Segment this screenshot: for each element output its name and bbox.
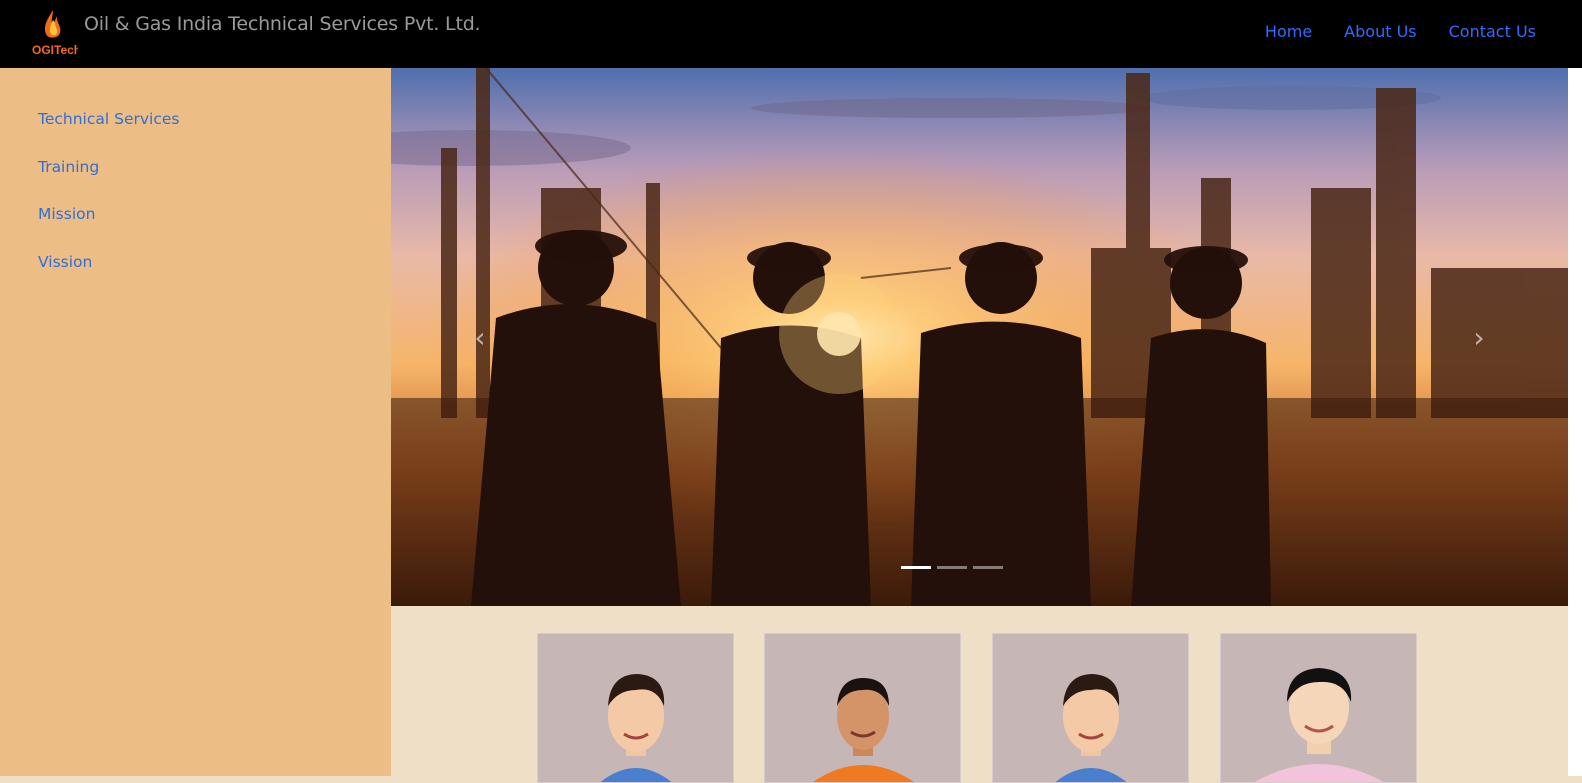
site-title: Oil & Gas India Technical Services Pvt. …	[84, 13, 481, 35]
top-navbar: OGITech Oil & Gas India Technical Servic…	[0, 0, 1582, 68]
carousel-prev-button[interactable]: ‹	[465, 323, 495, 353]
logo-text: OGITech	[32, 43, 78, 57]
team-card-2[interactable]	[764, 633, 961, 783]
refinery-workers-image	[391, 68, 1568, 606]
carousel-next-button[interactable]: ›	[1464, 323, 1494, 353]
carousel-indicators	[901, 566, 1003, 569]
carousel-indicator-2[interactable]	[937, 566, 967, 569]
nav-contact-link[interactable]: Contact Us	[1449, 22, 1536, 41]
team-section	[391, 606, 1568, 783]
flame-logo-icon: OGITech	[32, 10, 81, 57]
sidebar-item-mission[interactable]: Mission	[38, 205, 95, 223]
company-logo[interactable]: OGITech	[28, 6, 81, 60]
sidebar-item-vission[interactable]: Vission	[38, 253, 92, 271]
chevron-right-icon: ›	[1473, 321, 1485, 354]
sidebar: Technical Services Training Mission Viss…	[0, 68, 391, 776]
person-avatar-image	[600, 674, 672, 782]
person-avatar-image	[1055, 674, 1127, 782]
chevron-left-icon: ‹	[474, 321, 486, 354]
main-nav: Home About Us Contact Us	[1265, 22, 1536, 41]
person-avatar-image	[1254, 668, 1384, 782]
hero-carousel[interactable]: ‹ ›	[391, 68, 1568, 606]
carousel-indicator-3[interactable]	[973, 566, 1003, 569]
nav-about-link[interactable]: About Us	[1344, 22, 1416, 41]
person-avatar-image	[813, 678, 914, 782]
page-edge	[1568, 68, 1582, 776]
team-card-4[interactable]	[1220, 633, 1417, 783]
team-card-1[interactable]	[537, 633, 734, 783]
sidebar-item-training[interactable]: Training	[38, 158, 99, 176]
sidebar-item-technical-services[interactable]: Technical Services	[38, 110, 179, 128]
nav-home-link[interactable]: Home	[1265, 22, 1312, 41]
team-card-3[interactable]	[992, 633, 1189, 783]
carousel-indicator-1[interactable]	[901, 566, 931, 569]
